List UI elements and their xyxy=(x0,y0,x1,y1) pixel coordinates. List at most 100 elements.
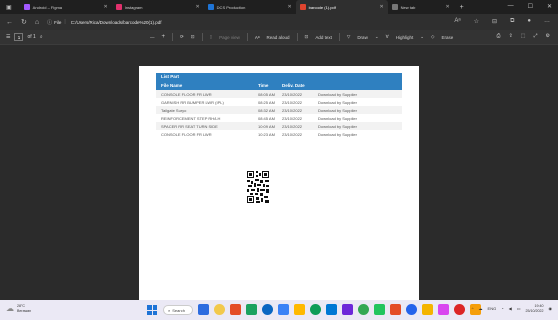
share-icon[interactable]: ⇪ xyxy=(509,33,513,39)
read-aloud-icon[interactable]: Aᵃ xyxy=(255,35,260,40)
instagram-icon xyxy=(115,4,122,10)
taskbar-app-icon[interactable] xyxy=(230,304,241,315)
browser-actions: Aᵃ ☆ ⊟ ⧉ ● … xyxy=(454,18,550,25)
favorites-icon[interactable]: ☆ xyxy=(474,18,479,25)
taskbar-app-icon[interactable] xyxy=(342,304,353,315)
close-icon[interactable]: ✕ xyxy=(195,4,199,10)
taskbar-apps xyxy=(198,304,481,315)
refresh-icon[interactable]: ↻ xyxy=(21,18,27,26)
taskbar-app-icon[interactable] xyxy=(422,304,433,315)
taskbar-app-icon[interactable] xyxy=(438,304,449,315)
taskbar-app-icon[interactable] xyxy=(278,304,289,315)
address-bar: ← ↻ ⌂ ⓘ File | C:/Users/Rica/Downloads/b… xyxy=(0,14,558,30)
back-icon[interactable]: ← xyxy=(6,19,13,26)
taskbar-app-icon[interactable] xyxy=(310,304,321,315)
draw-icon[interactable]: ▽ xyxy=(347,34,350,40)
cell-status: Download by Supplier xyxy=(318,123,357,129)
taskbar-app-icon[interactable] xyxy=(294,304,305,315)
tab-label: barcode (1).pdf xyxy=(308,4,336,10)
add-text-icon[interactable]: ⊡ xyxy=(305,34,309,40)
wifi-icon[interactable]: ◔ xyxy=(501,306,503,311)
split-screen-icon[interactable]: ⊟ xyxy=(492,18,497,25)
add-text-button[interactable]: Add text xyxy=(315,35,332,40)
find-icon[interactable]: ⌕ xyxy=(40,34,43,40)
window-menu-icon[interactable]: ▣ xyxy=(6,4,12,11)
taskbar-app-icon[interactable] xyxy=(214,304,225,315)
print-icon[interactable]: ⎙ xyxy=(497,33,501,39)
settings-icon[interactable]: ⚙ xyxy=(546,33,550,39)
close-icon[interactable]: ✕ xyxy=(103,4,107,10)
zoom-in-button[interactable]: + xyxy=(162,34,166,40)
taskbar-app-icon[interactable] xyxy=(246,304,257,315)
weather-widget[interactable]: ☁ 28°C Berawan xyxy=(6,304,31,313)
taskbar: ☁ 28°C Berawan ⌕ Search ^ ☁ ENG ◔ ◀ ▭ 19… xyxy=(0,300,558,320)
close-icon[interactable]: ✕ xyxy=(287,4,291,10)
taskbar-app-icon[interactable] xyxy=(198,304,209,315)
notification-icon[interactable]: ◉ xyxy=(549,306,553,311)
chevron-down-icon[interactable]: ⌄ xyxy=(375,34,379,40)
draw-button[interactable]: Draw xyxy=(357,35,368,40)
taskbar-app-icon[interactable] xyxy=(390,304,401,315)
tab-instagram[interactable]: Instagram ✕ xyxy=(112,0,204,14)
cell-file-name: CONSOLE FLOOR FR LWR xyxy=(161,91,212,97)
chevron-down-icon[interactable]: ⌄ xyxy=(420,34,424,40)
zoom-out-button[interactable]: — xyxy=(150,35,155,40)
close-icon[interactable]: ✕ xyxy=(379,4,383,10)
erase-button[interactable]: Erase xyxy=(441,35,453,40)
taskbar-app-icon[interactable] xyxy=(262,304,273,315)
window-controls: — ☐ ✕ xyxy=(508,3,552,10)
maximize-icon[interactable]: ☐ xyxy=(528,3,533,10)
eraser-icon[interactable]: ◇ xyxy=(431,34,434,40)
page-view-button[interactable]: Page view xyxy=(219,35,240,40)
pdf-icon xyxy=(299,4,306,10)
clock[interactable]: 19:40 25/10/2022 xyxy=(526,304,544,313)
page-view-icon[interactable]: ▯ xyxy=(210,34,212,40)
page-number-input[interactable]: 1 xyxy=(14,33,24,41)
taskbar-app-icon[interactable] xyxy=(358,304,369,315)
taskbar-app-icon[interactable] xyxy=(326,304,337,315)
fit-page-icon[interactable]: ⊡ xyxy=(191,34,195,40)
taskbar-search[interactable]: ⌕ Search xyxy=(163,305,193,315)
highlight-icon[interactable]: ∀ xyxy=(386,34,389,40)
add-tab-icon[interactable]: + xyxy=(460,4,464,11)
highlight-button[interactable]: Highlight xyxy=(396,35,414,40)
reader-icon[interactable]: Aᵃ xyxy=(454,18,460,25)
expand-icon[interactable]: ⤢ xyxy=(534,33,538,39)
tab-figma[interactable]: Android – Figma ✕ xyxy=(20,0,112,14)
close-icon[interactable]: ✕ xyxy=(445,4,449,10)
contents-icon[interactable]: ☰ xyxy=(6,34,10,40)
rotate-icon[interactable]: ⟳ xyxy=(180,34,184,40)
table-row: CONSOLE FLOOR FR LWR 10:23 AM 23/10/2022… xyxy=(156,130,402,138)
start-button[interactable] xyxy=(147,305,157,315)
volume-icon[interactable]: ◀ xyxy=(509,306,512,311)
chevron-up-icon[interactable]: ^ xyxy=(472,306,474,311)
cell-time: 08:45 AM xyxy=(258,115,275,121)
minimize-icon[interactable]: — xyxy=(508,3,514,10)
table-title: List Part xyxy=(156,73,402,81)
battery-icon[interactable]: ▭ xyxy=(517,306,521,311)
divider xyxy=(296,33,298,41)
pdf-viewer[interactable]: List Part File Name Time Deliv. Date CON… xyxy=(0,45,558,300)
home-icon[interactable]: ⌂ xyxy=(35,19,39,26)
cell-date: 23/10/2022 xyxy=(282,115,303,121)
more-icon[interactable]: … xyxy=(544,18,550,25)
tab-new-tab[interactable]: New tab ✕ xyxy=(388,0,454,14)
collections-icon[interactable]: ⧉ xyxy=(510,18,514,25)
table-header: File Name Time Deliv. Date xyxy=(156,81,402,90)
taskbar-app-icon[interactable] xyxy=(374,304,385,315)
taskbar-app-icon[interactable] xyxy=(406,304,417,315)
tab-barcode-pdf[interactable]: barcode (1).pdf ✕ xyxy=(295,0,388,14)
read-aloud-button[interactable]: Read aloud xyxy=(267,35,290,40)
url-field[interactable]: C:/Users/Rica/Downloads/barcode%20(1).pd… xyxy=(71,20,162,25)
cell-time: 08:25 AM xyxy=(258,99,275,105)
profile-icon[interactable]: ● xyxy=(527,18,531,25)
save-icon[interactable]: ⬚ xyxy=(521,33,526,39)
tab-dcs-production[interactable]: DCS Production ✕ xyxy=(204,0,296,14)
search-label: Search xyxy=(172,307,185,313)
close-window-icon[interactable]: ✕ xyxy=(547,3,552,10)
pdf-right-actions: ⎙ ⇪ ⬚ ⤢ ⚙ xyxy=(497,33,550,39)
language-indicator[interactable]: ENG xyxy=(488,306,497,311)
cloud-sync-icon[interactable]: ☁ xyxy=(479,306,483,311)
taskbar-app-icon[interactable] xyxy=(454,304,465,315)
info-icon[interactable]: ⓘ xyxy=(47,19,52,26)
